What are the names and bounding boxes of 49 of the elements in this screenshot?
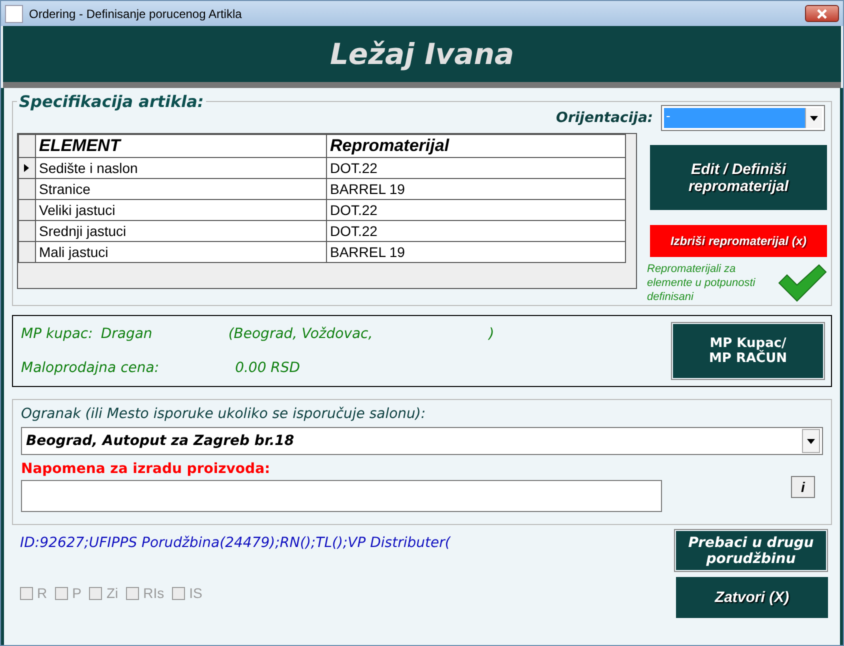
checkbox-label: RIs xyxy=(143,585,164,601)
table-cell: Mali jastuci xyxy=(36,242,326,262)
group-title: Specifikacija artikla: xyxy=(18,92,205,111)
note-label: Napomena za izradu proizvoda: xyxy=(21,461,272,477)
dropdown-arrow-icon xyxy=(810,116,818,120)
orientation-label: Orijentacija: xyxy=(556,110,653,126)
checkbox-label: IS xyxy=(189,585,202,601)
table-cell: Stranice xyxy=(36,178,326,200)
table-cell: Sedište i naslon xyxy=(36,158,326,178)
row-selector[interactable] xyxy=(18,242,36,262)
branch-label: Ogranak (ili Mesto isporuke ukoliko se isporučuje salonu): xyxy=(21,406,427,422)
dropdown-arrow-icon xyxy=(807,438,815,444)
note-field[interactable] xyxy=(21,480,662,512)
checkbox-label: Zi xyxy=(106,585,118,601)
customer-invoice-button[interactable]: MP Kupac/ MP RAČUN xyxy=(673,324,823,378)
window-title: Ordering - Definisanje porucenog Artikla xyxy=(29,6,243,20)
table-cell: Veliki jastuci xyxy=(36,200,326,220)
info-button[interactable]: i xyxy=(791,476,815,498)
status-message: Repromaterijali za elemente u potpunosti definisani xyxy=(647,262,756,304)
customer-name: Dragan xyxy=(100,326,152,342)
delete-material-button[interactable]: Izbriši repromaterijal (x) xyxy=(650,225,827,257)
table-cell: DOT.22 xyxy=(326,158,626,178)
row-selector[interactable] xyxy=(18,200,36,220)
price-value: 0.00 RSD xyxy=(235,360,300,376)
branch-dropdown[interactable]: Beograd, Autoput za Zagreb br.18 xyxy=(21,427,823,455)
row-selector[interactable] xyxy=(18,178,36,200)
table-cell: DOT.22 xyxy=(326,220,626,242)
customer-address-end: ) xyxy=(488,326,494,342)
column-header: ELEMENT xyxy=(36,134,326,158)
checkbox-label: P xyxy=(72,585,82,601)
table-cell: BARREL 19 xyxy=(326,242,626,262)
price-label: Maloprodajna cena: xyxy=(21,360,160,376)
order-info: ID:92627;UFIPPS Porudžbina(24479);RN();TL();VP Distributer( xyxy=(20,535,452,551)
close-icon xyxy=(816,8,828,18)
customer-label: MP kupac: xyxy=(21,326,93,342)
move-order-button[interactable]: Prebaci u drugu porudžbinu xyxy=(676,531,826,570)
checkbox-label: R xyxy=(37,585,48,601)
app-icon xyxy=(5,4,23,22)
table-cell: DOT.22 xyxy=(326,200,626,220)
customer-address: (Beograd, Voždovac, xyxy=(228,326,373,342)
close-form-button[interactable]: Zatvori (X) xyxy=(676,577,828,618)
close-button[interactable] xyxy=(805,5,839,22)
column-header: Repromaterijal xyxy=(326,134,626,158)
edit-material-button[interactable]: Edit / Definiši repromaterijal xyxy=(650,145,827,210)
row-selector[interactable] xyxy=(18,220,36,242)
table-cell: Srednji jastuci xyxy=(36,220,326,242)
row-selector[interactable] xyxy=(18,158,36,178)
product-title: Ležaj Ivana xyxy=(330,37,514,71)
table-cell: BARREL 19 xyxy=(326,178,626,200)
